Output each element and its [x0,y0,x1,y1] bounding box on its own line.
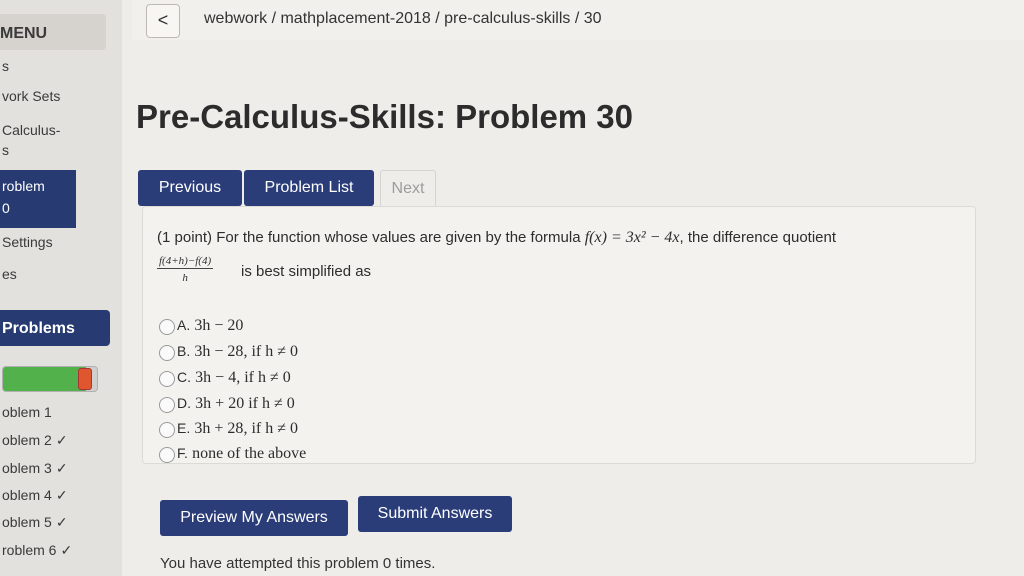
fraction-numerator: f(4+h)−f(4) [157,255,214,269]
choice-condition: if h ≠ 0 [244,395,295,412]
sidebar-item-es[interactable]: es [2,266,17,282]
question-text: (1 point) For the function whose values … [157,229,836,247]
choice-label: B. 3h − 28, if h ≠ 0 [177,343,298,361]
problem-body: (1 point) For the function whose values … [142,206,976,464]
choice-expression: none of the above [192,445,307,462]
submit-answers-button[interactable]: Submit Answers [358,496,512,532]
choice-label: C. 3h − 4, if h ≠ 0 [177,369,291,387]
problem-item-label: oblem 3 [2,460,52,476]
question-prefix: (1 point) For the function whose values … [157,229,581,246]
progress-bar [2,366,98,392]
choice-letter: B. [177,343,191,359]
choice-letter: A. [177,317,191,333]
radio-button[interactable] [159,319,175,335]
choice-letter: F. [177,445,188,461]
menu-label: MENU [0,25,48,42]
choice-expression: 3h − 20 [194,317,244,334]
sidebar-item-set-name-2[interactable]: s [2,142,9,158]
choice-expression: 3h + 20 [195,395,245,412]
difference-quotient: f(4+h)−f(4) h [157,255,214,284]
radio-button[interactable] [159,397,175,413]
problem-list-button[interactable]: Problem List [244,170,374,206]
radio-button[interactable] [159,345,175,361]
problems-header-label: Problems [2,320,75,337]
preview-answers-button[interactable]: Preview My Answers [160,500,348,536]
choice-label: D. 3h + 20 if h ≠ 0 [177,395,295,413]
choice-label: F. none of the above [177,445,306,463]
breadcrumb-path[interactable]: webwork / mathplacement-2018 / pre-calcu… [204,10,602,28]
progress-bar-incorrect [77,368,92,390]
previous-button[interactable]: Previous [138,170,242,206]
problem-item-label: roblem 6 [2,542,57,558]
back-button[interactable]: < [146,4,180,38]
checkmark-icon: ✓ [60,542,73,558]
question-formula: f(x) = 3x² − 4x [584,229,680,246]
choice-letter: C. [177,369,191,385]
choice-letter: D. [177,395,191,411]
choice-expression: 3h − 4 [195,369,237,386]
main-content: < webwork / mathplacement-2018 / pre-cal… [122,0,1024,576]
breadcrumb: < webwork / mathplacement-2018 / pre-cal… [132,0,1024,40]
current-problem-number: 0 [2,200,10,216]
next-button[interactable]: Next [380,170,436,208]
current-problem-label: roblem [2,178,45,194]
choice-condition: , if h ≠ 0 [236,369,291,386]
fraction-denominator: h [182,272,188,284]
choice-condition: , if h ≠ 0 [243,420,298,437]
choice-expression: 3h − 28 [194,343,244,360]
sidebar-problem-item[interactable]: oblem 2 ✓ [2,432,68,449]
sidebar-item-set-name[interactable]: Calculus- [2,122,60,138]
radio-button[interactable] [159,447,175,463]
checkmark-icon: ✓ [55,432,68,448]
problem-item-label: oblem 5 [2,514,52,530]
choice-letter: E. [177,420,191,436]
attempts-message: You have attempted this problem 0 times. [160,555,436,572]
checkmark-icon: ✓ [55,487,68,503]
sidebar-item-homework-sets[interactable]: vork Sets [2,88,60,104]
sidebar-problem-item[interactable]: roblem 6 ✓ [2,542,72,559]
problem-item-label: oblem 1 [2,404,52,420]
choice-label: E. 3h + 28, if h ≠ 0 [177,420,298,438]
sidebar-problem-item[interactable]: oblem 4 ✓ [2,487,68,504]
choice-label: A. 3h − 20 [177,317,243,335]
sidebar-item-settings[interactable]: Settings [2,234,53,250]
progress-bar-fill [3,367,86,391]
sidebar-item-current-problem[interactable]: roblem 0 [0,170,76,228]
problem-item-label: oblem 2 [2,432,52,448]
sidebar: MENU s vork Sets Calculus- s roblem 0 Se… [0,0,122,576]
page-title: Pre-Calculus-Skills: Problem 30 [136,98,634,135]
sidebar-problem-item[interactable]: oblem 5 ✓ [2,514,68,531]
question-suffix: , the difference quotient [679,229,837,246]
choice-condition: , if h ≠ 0 [243,343,298,360]
question-tail: is best simplified as [241,263,372,280]
choice-expression: 3h + 28 [194,420,244,437]
sidebar-item-s[interactable]: s [2,58,9,74]
sidebar-problem-item[interactable]: oblem 3 ✓ [2,460,68,477]
sidebar-problem-item[interactable]: oblem 1 [2,404,56,420]
checkmark-icon: ✓ [55,514,68,530]
problems-header: Problems [0,310,110,346]
problem-item-label: oblem 4 [2,487,52,503]
menu-toggle[interactable]: MENU [0,14,106,50]
checkmark-icon: ✓ [55,460,68,476]
radio-button[interactable] [159,422,175,438]
radio-button[interactable] [159,371,175,387]
